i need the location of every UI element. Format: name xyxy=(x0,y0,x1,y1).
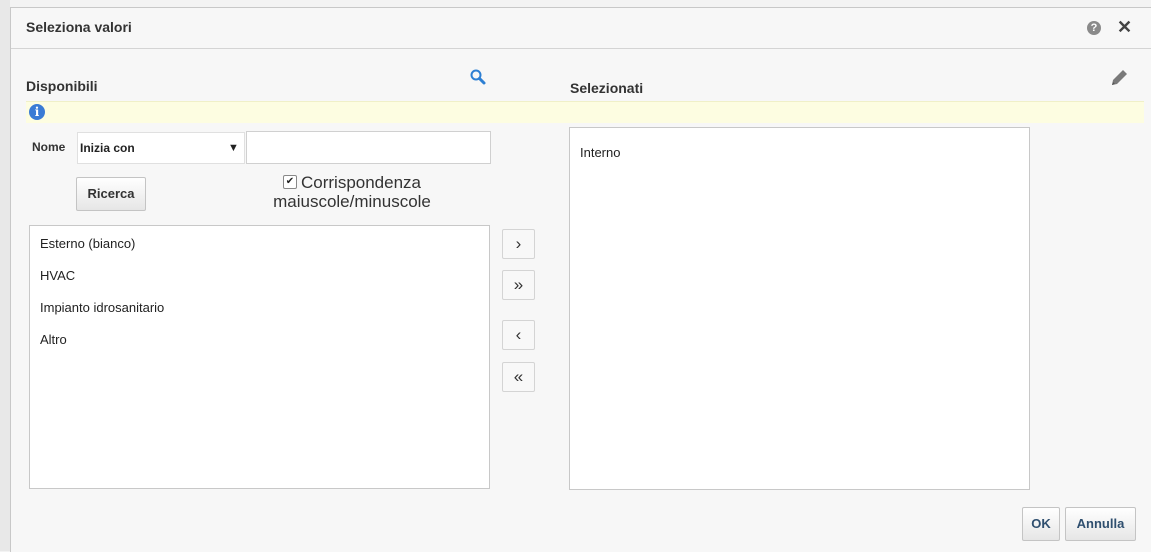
move-all-button[interactable]: » xyxy=(502,270,535,300)
dialog-titlebar: Seleziona valori ? ✕ xyxy=(11,8,1151,49)
selected-list[interactable]: Interno xyxy=(569,127,1030,490)
help-icon[interactable]: ? xyxy=(1087,21,1101,35)
chevron-down-icon: ▼ xyxy=(228,142,239,154)
case-sensitive-option[interactable]: ✔ Corrispondenza maiuscole/minuscole xyxy=(247,173,457,211)
list-item[interactable]: Esterno (bianco) xyxy=(40,236,135,251)
search-icon[interactable] xyxy=(469,68,487,86)
list-item[interactable]: Interno xyxy=(580,145,620,160)
name-filter-label: Nome xyxy=(32,140,66,154)
search-button[interactable]: Ricerca xyxy=(76,177,146,211)
move-button[interactable]: › xyxy=(502,229,535,259)
filter-value-input[interactable] xyxy=(246,131,491,164)
available-list[interactable]: Esterno (bianco) HVAC Impianto idrosanit… xyxy=(29,225,490,489)
remove-all-button[interactable]: « xyxy=(502,362,535,392)
list-item[interactable]: HVAC xyxy=(40,268,75,283)
filter-operator-value: Inizia con xyxy=(80,141,135,155)
cancel-button[interactable]: Annulla xyxy=(1065,507,1136,541)
ok-button[interactable]: OK xyxy=(1022,507,1060,541)
info-icon: i xyxy=(29,104,45,120)
case-sensitive-checkbox[interactable]: ✔ xyxy=(282,174,297,189)
list-item[interactable]: Impianto idrosanitario xyxy=(40,300,164,315)
select-values-dialog: Seleziona valori ? ✕ Disponibili Selezio… xyxy=(10,7,1151,552)
remove-button[interactable]: ‹ xyxy=(502,320,535,350)
close-icon[interactable]: ✕ xyxy=(1117,17,1132,37)
selected-title: Selezionati xyxy=(570,80,644,96)
info-bar: i xyxy=(26,101,1144,123)
filter-operator-select[interactable]: Inizia con ▼ xyxy=(77,132,245,164)
list-item[interactable]: Altro xyxy=(40,332,67,347)
background-strip xyxy=(0,0,10,551)
pencil-icon[interactable] xyxy=(1109,68,1129,88)
available-title: Disponibili xyxy=(26,78,98,94)
dialog-title: Seleziona valori xyxy=(26,19,132,35)
